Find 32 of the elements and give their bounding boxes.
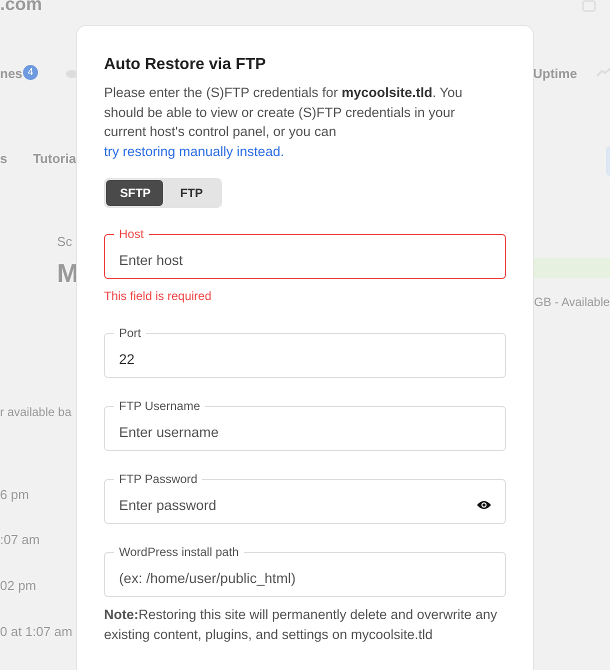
field-label: FTP Password <box>118 472 198 486</box>
site-name: .com <box>0 0 42 15</box>
backup-time: 6 pm <box>0 487 29 502</box>
input-field[interactable]: FTP Username Enter username <box>104 399 506 451</box>
input-field[interactable]: Port 22 <box>104 326 506 378</box>
manual-restore-link[interactable]: try restoring manually instead. <box>104 144 284 158</box>
warning-note: Note:Restoring this site will permanently delete and overwrite any existing content, plugins, and settings on mycoolsite.tld <box>104 606 498 644</box>
dialog-title: Auto Restore via FTP <box>104 56 267 74</box>
backup-time: 02 pm <box>0 578 36 593</box>
backup-time: :07 am <box>0 532 40 547</box>
protocol-option[interactable]: FTP <box>163 180 220 206</box>
intro-text: Please enter the (S)FTP credentials for mycoolsite.tld. You should be able to view or create (S)FTP credentials in your current host's control panel, or you can try restoring manually instead. <box>104 84 464 161</box>
protocol-option[interactable]: SFTP <box>106 180 163 206</box>
text-input[interactable]: Enter password <box>119 486 477 522</box>
field-label: WordPress install path <box>118 545 240 559</box>
error-message: This field is required <box>104 289 212 303</box>
backup-time: 0 at 1:07 am <box>0 624 72 639</box>
text-input[interactable]: (ex: /home/user/public_html) <box>119 560 491 596</box>
count-badge: 4 <box>23 65 38 80</box>
text-input[interactable]: Enter username <box>119 414 491 450</box>
storage-text: GB - Available <box>534 295 610 309</box>
text-input[interactable]: 22 <box>119 340 491 376</box>
section-label: Sc <box>57 234 72 249</box>
text-input[interactable]: Enter host <box>119 242 491 278</box>
input-field[interactable]: Host Enter host <box>104 227 506 279</box>
field-label: Port <box>118 326 142 340</box>
input-field[interactable]: FTP Password Enter password <box>104 472 506 524</box>
input-field[interactable]: WordPress install path (ex: /home/user/public_html) <box>104 545 506 597</box>
field-label: FTP Username <box>118 399 202 413</box>
backup-note: r available ba <box>0 405 72 419</box>
eye-icon[interactable] <box>477 500 491 510</box>
field-label: Host <box>118 227 145 241</box>
